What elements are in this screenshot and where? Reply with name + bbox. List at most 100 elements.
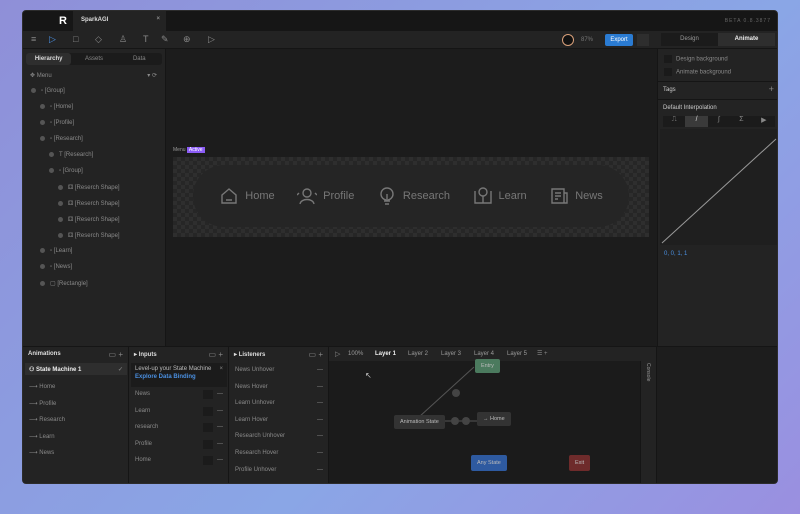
explore-data-binding-link[interactable]: Explore Data Binding xyxy=(135,374,223,380)
console-panel[interactable]: Console xyxy=(641,347,657,483)
tab-hierarchy[interactable]: Hierarchy xyxy=(26,53,72,65)
artboard[interactable]: Home Profile Research Learn News xyxy=(173,157,649,237)
input-toggle[interactable] xyxy=(203,423,213,432)
expand-icon[interactable] xyxy=(40,248,45,253)
expand-icon[interactable] xyxy=(40,104,45,109)
nav-learn[interactable]: Learn xyxy=(473,186,527,206)
curve-values[interactable]: 0, 0, 1, 1 xyxy=(664,251,687,257)
input-remove-icon[interactable]: — xyxy=(217,424,223,430)
select-tool-icon[interactable]: ▷ xyxy=(49,34,56,45)
listener-item[interactable]: Research Unhover — xyxy=(229,433,329,443)
animation-item[interactable]: ⟶ Home xyxy=(29,383,55,390)
input-item[interactable]: News — xyxy=(129,390,229,401)
add-listener-button[interactable]: ▭ + xyxy=(309,350,323,359)
tab-assets[interactable]: Assets xyxy=(71,53,116,65)
input-item[interactable]: Profile — xyxy=(129,439,229,451)
input-item[interactable]: Learn — xyxy=(129,406,229,418)
share-button[interactable] xyxy=(637,34,649,46)
layer-row[interactable]: ▫ [Research] xyxy=(40,136,83,142)
curve-graph[interactable] xyxy=(660,129,778,245)
add-animation-button[interactable]: ▭ + xyxy=(109,350,123,359)
frame-tool-icon[interactable]: □ xyxy=(73,34,78,44)
add-input-button[interactable]: ▭ + xyxy=(209,350,223,359)
listener-item[interactable]: News Hover — xyxy=(229,384,329,394)
listener-item[interactable]: Learn Unhover — xyxy=(229,400,329,410)
any-state-node[interactable]: Any State xyxy=(471,455,507,471)
layer-row[interactable]: ▢ [Rectangle] xyxy=(40,280,88,287)
layer-row[interactable]: ▫ [Profile] xyxy=(40,120,74,126)
close-banner-icon[interactable]: × xyxy=(219,366,223,372)
nav-home[interactable]: Home xyxy=(219,186,275,206)
expand-icon[interactable] xyxy=(49,152,54,157)
tab-animate[interactable]: Animate xyxy=(718,33,775,46)
entry-node[interactable]: Entry xyxy=(475,359,500,373)
input-item[interactable]: research — xyxy=(129,423,229,434)
tab-design[interactable]: Design xyxy=(661,33,718,46)
listener-remove-icon[interactable]: — xyxy=(317,367,323,373)
nav-research[interactable]: Research xyxy=(377,186,450,206)
layer-row[interactable]: ⚃ [Reserch Shape] xyxy=(58,216,120,223)
layer-row[interactable]: ▫ [Learn] xyxy=(40,248,72,254)
text-tool-icon[interactable]: T xyxy=(143,34,149,44)
input-remove-icon[interactable]: — xyxy=(217,391,223,397)
animation-item[interactable]: ⟶ News xyxy=(29,449,54,456)
expand-icon[interactable] xyxy=(40,136,45,141)
cubic-interp-icon[interactable]: ∫ xyxy=(708,116,730,127)
expand-icon[interactable] xyxy=(58,184,63,190)
play-tool-icon[interactable]: ▷ xyxy=(208,34,215,45)
expand-icon[interactable] xyxy=(58,232,63,238)
expand-icon[interactable] xyxy=(58,216,63,222)
animation-item[interactable]: ⟶ Research xyxy=(29,416,65,423)
listener-remove-icon[interactable]: — xyxy=(317,417,323,423)
expand-icon[interactable] xyxy=(58,200,63,206)
input-toggle[interactable] xyxy=(203,406,213,416)
nav-news[interactable]: News xyxy=(549,186,603,206)
play-interp-icon[interactable]: ▶ xyxy=(753,116,775,127)
layer-row[interactable]: ⚃ [Reserch Shape] xyxy=(58,184,120,191)
input-toggle[interactable] xyxy=(203,439,213,449)
tab-data[interactable]: Data xyxy=(117,53,162,65)
hold-interp-icon[interactable]: ⎍ xyxy=(663,116,685,127)
input-remove-icon[interactable]: — xyxy=(217,441,223,447)
wrench-tool-icon[interactable]: ✎ xyxy=(161,34,169,45)
artboard-row[interactable]: ✥ Menu xyxy=(30,72,52,79)
expand-icon[interactable] xyxy=(31,88,36,93)
input-toggle[interactable] xyxy=(203,390,213,399)
input-item[interactable]: Home — xyxy=(129,456,229,467)
layer-row[interactable]: ⚃ [Reserch Shape] xyxy=(58,232,120,239)
listener-item[interactable]: Research Hover — xyxy=(229,450,329,460)
design-background-toggle[interactable]: Design background xyxy=(664,55,728,63)
expand-icon[interactable] xyxy=(40,280,45,286)
listener-remove-icon[interactable]: — xyxy=(317,400,323,406)
pen-tool-icon[interactable]: ◇ xyxy=(95,34,102,45)
export-button[interactable]: Export xyxy=(605,34,633,46)
avatar[interactable] xyxy=(562,34,574,46)
listener-remove-icon[interactable]: — xyxy=(317,384,323,390)
layer-row[interactable]: ▫ [Group] xyxy=(49,168,83,174)
expand-icon[interactable] xyxy=(40,120,45,125)
input-remove-icon[interactable]: — xyxy=(217,408,223,414)
layer-row[interactable]: ▫ [Home] xyxy=(40,104,73,110)
console-label[interactable]: Console xyxy=(645,363,651,381)
input-toggle[interactable] xyxy=(203,456,213,465)
artboard-options-icon[interactable]: ▾ ⟳ xyxy=(147,72,157,79)
animation-state-node[interactable]: Animation State xyxy=(394,415,445,429)
close-tab-icon[interactable]: × xyxy=(156,16,160,22)
add-tool-icon[interactable]: ⊕ xyxy=(183,34,191,45)
exit-node[interactable]: Exit xyxy=(569,455,591,471)
layer-row[interactable]: T [Research] xyxy=(49,152,93,158)
bone-tool-icon[interactable]: ♙ xyxy=(119,34,127,45)
listener-item[interactable]: News Unhover — xyxy=(229,367,329,377)
nav-profile[interactable]: Profile xyxy=(297,186,354,206)
layer-row[interactable]: ▫ [News] xyxy=(40,264,72,270)
layer-row[interactable]: ▫ [Group] xyxy=(31,88,65,94)
zoom-select[interactable]: 87% xyxy=(581,37,593,43)
state-graph[interactable]: ▷ 100% Layer 1 Layer 2 Layer 3 Layer 4 Layer… xyxy=(329,347,641,483)
document-tab[interactable]: SparkAGI × xyxy=(73,11,166,31)
animation-item[interactable]: ⟶ Profile xyxy=(29,400,56,407)
animation-item[interactable]: ⟶ Learn xyxy=(29,433,55,440)
layer-row[interactable]: ⚃ [Reserch Shape] xyxy=(58,200,120,207)
elastic-interp-icon[interactable]: Σ xyxy=(730,116,752,127)
add-tag-button[interactable]: + xyxy=(769,84,774,94)
expand-icon[interactable] xyxy=(49,168,54,173)
